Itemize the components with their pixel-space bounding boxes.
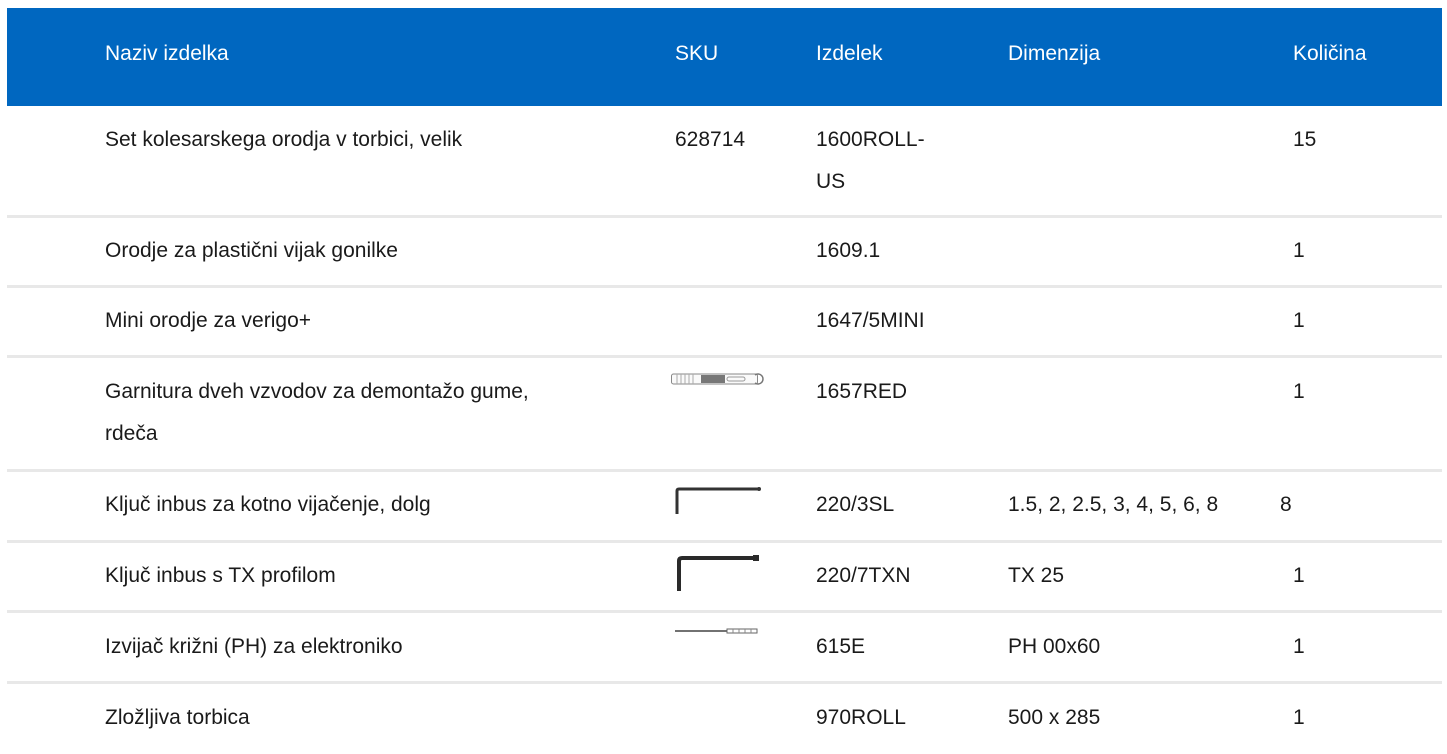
row-name: Orodje za plastični vijak gonilke (105, 239, 398, 262)
header-dimension: Dimenzija (1008, 42, 1101, 65)
row-product-line1: 1600ROLL- (816, 128, 925, 151)
row-quantity: 1 (1293, 635, 1305, 658)
row-product: 220/3SL (816, 493, 895, 516)
row-sku: 628714 (675, 128, 746, 151)
header-name: Naziv izdelka (105, 42, 229, 65)
row-product: 1657RED (816, 380, 908, 403)
table-row: Mini orodje za verigo+ 1647/5MINI 1 (7, 288, 1442, 358)
row-name: Mini orodje za verigo+ (105, 309, 312, 332)
row-dimension: 500 x 285 (1008, 706, 1101, 729)
row-name: Ključ inbus za kotno vijačenje, dolg (105, 493, 431, 516)
table-row: Izvijač križni (PH) za elektroniko 615E … (7, 613, 1442, 684)
row-product: 615E (816, 635, 866, 658)
row-name: Zložljiva torbica (105, 706, 250, 729)
row-product: 970ROLL (816, 706, 906, 729)
header-quantity: Količina (1293, 42, 1367, 65)
row-dimension: PH 00x60 (1008, 635, 1101, 658)
row-name-line1: Garnitura dveh vzvodov za demontažo gume… (105, 380, 529, 403)
parts-table: Naziv izdelka SKU Izdelek Dimenzija Koli… (7, 8, 1442, 754)
row-name: Set kolesarskega orodja v torbici, velik (105, 128, 463, 151)
row-quantity: 15 (1293, 128, 1317, 151)
row-quantity: 1 (1293, 380, 1305, 403)
row-dimension: TX 25 (1008, 564, 1065, 587)
torx-key-icon (677, 555, 759, 591)
table-row: Ključ inbus za kotno vijačenje, dolg 220… (7, 472, 1442, 543)
row-dimension: 1.5, 2, 2.5, 3, 4, 5, 6, 8 (1008, 493, 1219, 516)
header-product: Izdelek (816, 42, 883, 65)
row-product: 1647/5MINI (816, 309, 925, 332)
row-name: Izvijač križni (PH) za elektroniko (105, 635, 403, 658)
table-row: Zložljiva torbica 970ROLL 500 x 285 1 (7, 684, 1442, 754)
table-row: Garnitura dveh vzvodov za demontažo gume… (7, 358, 1442, 472)
row-quantity: 1 (1293, 309, 1305, 332)
table-row: Set kolesarskega orodja v torbici, velik… (7, 106, 1442, 218)
table-row: Ključ inbus s TX profilom 220/7TXN TX 25… (7, 543, 1442, 613)
row-product: 220/7TXN (816, 564, 911, 587)
table-header: Naziv izdelka SKU Izdelek Dimenzija Koli… (7, 8, 1442, 106)
header-sku: SKU (675, 42, 719, 65)
row-name: Ključ inbus s TX profilom (105, 564, 336, 587)
row-quantity: 1 (1293, 564, 1305, 587)
screwdriver-icon (675, 628, 758, 634)
row-product-line2: US (816, 170, 846, 193)
row-quantity: 8 (1280, 493, 1292, 516)
row-product: 1609.1 (816, 239, 881, 262)
row-name-line2: rdeča (105, 422, 158, 445)
hex-key-icon (675, 487, 761, 514)
tire-lever-icon (671, 373, 764, 385)
row-quantity: 1 (1293, 239, 1305, 262)
table-row: Orodje za plastični vijak gonilke 1609.1… (7, 218, 1442, 288)
row-quantity: 1 (1293, 706, 1305, 729)
